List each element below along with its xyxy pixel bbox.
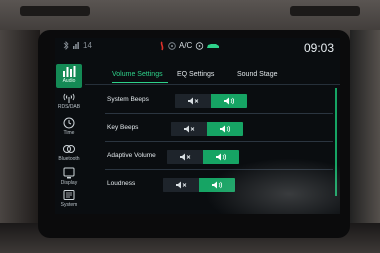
speaker-mute-icon: [188, 97, 199, 105]
display-icon: [63, 167, 75, 179]
bluetooth-icon: [63, 41, 69, 50]
sound-on-option[interactable]: [207, 122, 243, 136]
speaker-on-icon: [216, 153, 227, 161]
tab-divider: [85, 84, 340, 85]
sidebar-item-time[interactable]: Time: [56, 116, 82, 140]
status-bar: 14 A/C 09:03: [55, 38, 340, 56]
sidebar-item-display[interactable]: Display: [56, 166, 82, 190]
dashboard-left: [0, 30, 40, 253]
active-tab-indicator: [112, 82, 168, 83]
speaker-on-icon: [220, 125, 231, 133]
speaker-mute-icon: [184, 125, 195, 133]
setting-label: Key Beeps: [107, 124, 139, 131]
air-vent: [20, 6, 90, 16]
infotainment-screen: 14 A/C 09:03 Audio RDS/DAB Time Bluetoot…: [55, 38, 340, 214]
signal-icon: [73, 42, 79, 49]
sound-on-option[interactable]: [211, 94, 247, 108]
sidebar-item-bluetooth[interactable]: Bluetooth: [56, 142, 82, 166]
audio-bars-icon: [63, 66, 76, 77]
sidebar-item-label: Audio: [62, 78, 76, 84]
speaker-mute-icon: [176, 181, 187, 189]
clock-icon: [63, 117, 75, 129]
car-icon: [207, 44, 219, 48]
bluetooth-phone-icon: [63, 145, 75, 153]
setting-label: System Beeps: [107, 96, 149, 103]
setting-label: Loudness: [107, 180, 136, 187]
seat-heat-icon: [160, 41, 164, 51]
loudness-toggle[interactable]: [163, 178, 235, 192]
scroll-indicator[interactable]: [335, 88, 337, 196]
dashboard-right: [350, 30, 380, 253]
row-divider: [105, 169, 333, 170]
speaker-mute-icon: [180, 153, 191, 161]
sound-on-option[interactable]: [199, 178, 235, 192]
speaker-on-icon: [224, 97, 235, 105]
sidebar-item-system[interactable]: System: [56, 188, 82, 212]
adaptive-volume-toggle[interactable]: [167, 150, 239, 164]
status-indicator: 14: [83, 41, 92, 50]
sidebar-item-label: Bluetooth: [58, 156, 80, 162]
sidebar-item-label: Display: [60, 180, 78, 186]
radio-icon: [63, 93, 75, 103]
setting-row-key-beeps: Key Beeps: [85, 116, 333, 142]
tab-eq-settings[interactable]: EQ Settings: [177, 71, 214, 78]
sidebar-item-rds-dab[interactable]: RDS/DAB: [56, 90, 82, 114]
mute-option[interactable]: [163, 178, 199, 192]
fan-icon: [168, 42, 176, 50]
sidebar-item-label: System: [60, 202, 78, 208]
clock: 09:03: [303, 41, 334, 55]
row-divider: [105, 113, 333, 114]
speaker-on-icon: [212, 181, 223, 189]
mute-option[interactable]: [167, 150, 203, 164]
tab-bar: Volume Settings EQ Settings Sound Stage: [85, 64, 340, 84]
tab-sound-stage[interactable]: Sound Stage: [237, 71, 277, 78]
air-vent: [290, 6, 360, 16]
sound-on-option[interactable]: [203, 150, 239, 164]
sidebar-item-label: RDS/DAB: [57, 104, 81, 110]
ac-label: A/C: [179, 41, 193, 50]
sidebar: Audio RDS/DAB Time Bluetooth Display Sys…: [55, 56, 82, 214]
setting-row-adaptive-volume: Adaptive Volume: [85, 144, 333, 170]
steering-heat-icon: [195, 42, 204, 50]
key-beeps-toggle[interactable]: [171, 122, 243, 136]
mute-option[interactable]: [171, 122, 207, 136]
system-icon: [63, 190, 75, 200]
setting-row-loudness: Loudness: [85, 172, 333, 198]
tab-volume-settings[interactable]: Volume Settings: [112, 71, 163, 78]
row-divider: [105, 141, 333, 142]
sidebar-item-audio[interactable]: Audio: [56, 64, 82, 88]
setting-row-system-beeps: System Beeps: [85, 88, 333, 114]
mute-option[interactable]: [175, 94, 211, 108]
sidebar-item-label: Time: [63, 130, 75, 136]
system-beeps-toggle[interactable]: [175, 94, 247, 108]
setting-label: Adaptive Volume: [107, 152, 156, 159]
